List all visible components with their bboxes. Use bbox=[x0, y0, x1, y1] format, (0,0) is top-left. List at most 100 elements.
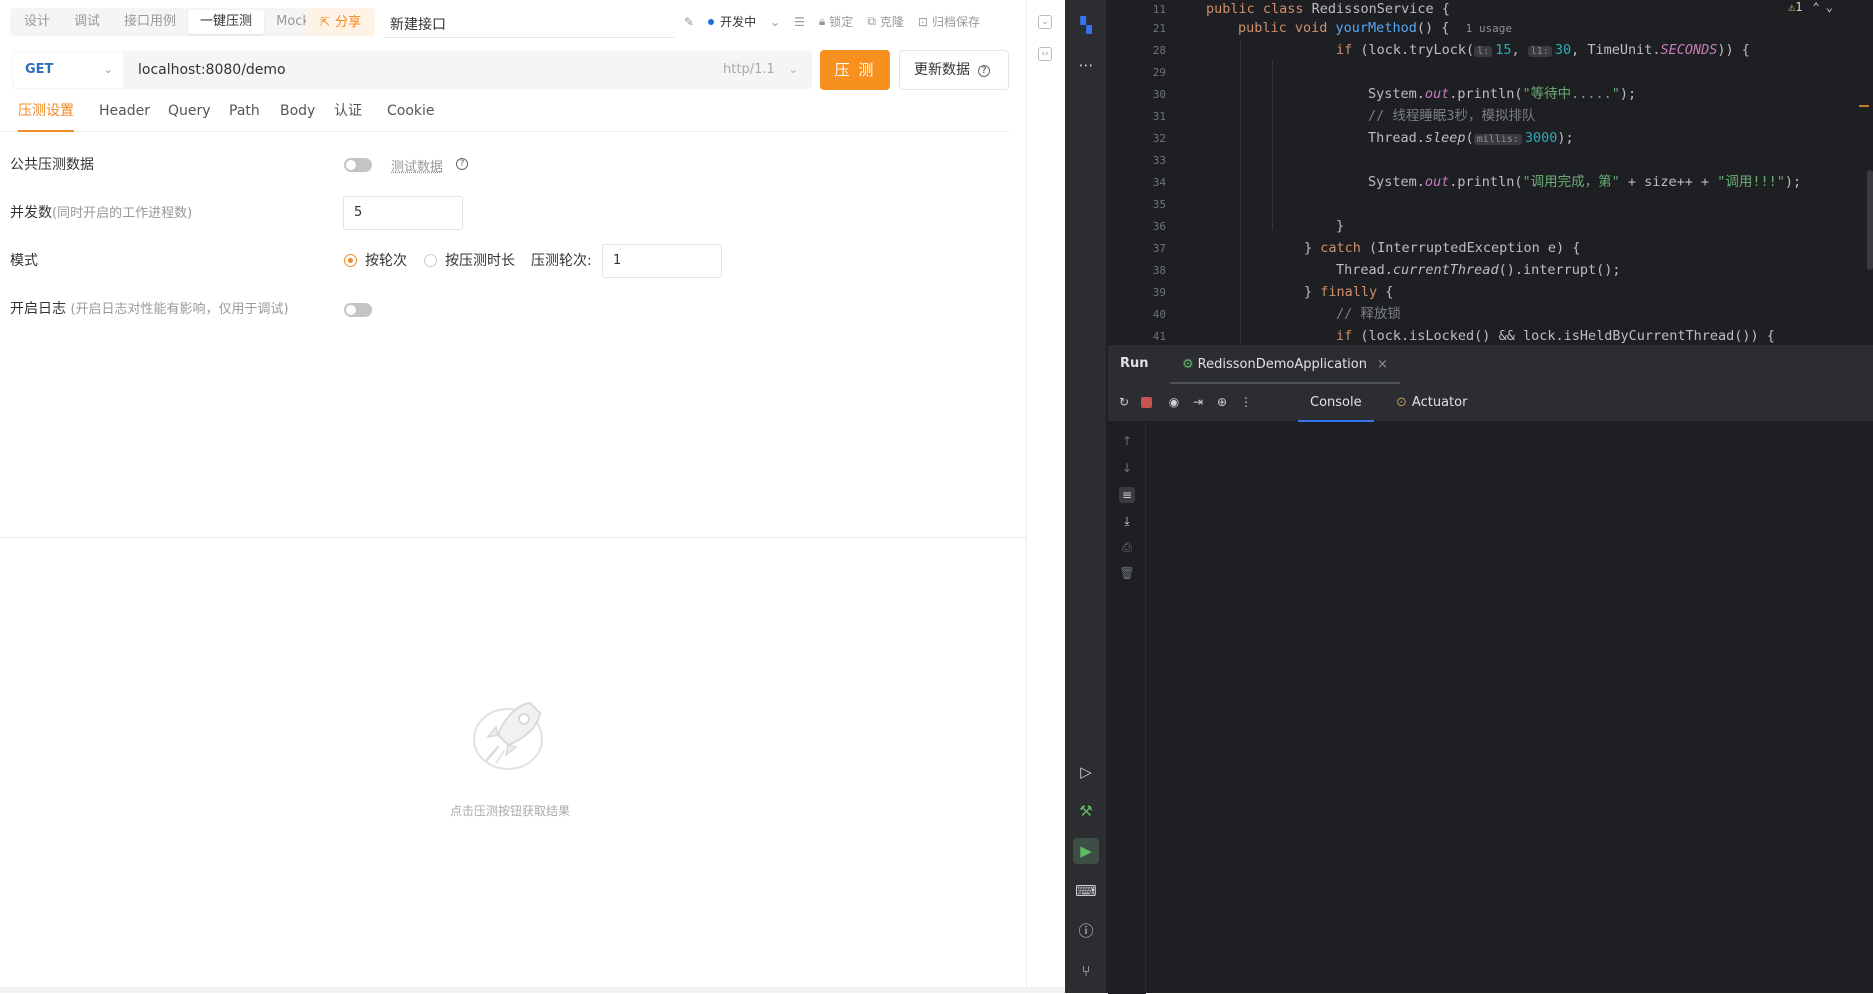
run-icon[interactable]: ▶ bbox=[1073, 838, 1099, 864]
ide-tool-strip: ▚ ⋯ ▷ ⚒ ▶ ⌨ ⓘ ⑂ bbox=[1065, 0, 1107, 993]
request-tabs: 压测设置 Header Query Path Body 认证 Cookie bbox=[0, 98, 1010, 132]
concurrency-row: 并发数(同时开启的工作进程数) 5 bbox=[10, 195, 1010, 231]
chevron-down-icon: ⌄ bbox=[788, 63, 798, 76]
tab-body[interactable]: Body bbox=[280, 98, 315, 132]
rounds-input[interactable]: 1 bbox=[602, 244, 722, 278]
bottom-strip bbox=[0, 987, 1065, 993]
editor-scrollbar[interactable] bbox=[1867, 170, 1873, 270]
exit-icon[interactable]: ⇥ bbox=[1190, 394, 1206, 410]
structure-icon[interactable]: ▚ bbox=[1073, 12, 1099, 38]
code-line-11: public class RedissonService { bbox=[1206, 1, 1450, 17]
lock-button[interactable]: 🔒︎ 锁定 bbox=[819, 13, 853, 30]
debug-attach-icon[interactable]: ⊕ bbox=[1214, 394, 1230, 410]
help-icon: ? bbox=[456, 158, 468, 170]
ide-window: ▚ ⋯ ▷ ⚒ ▶ ⌨ ⓘ ⑂ 11 21 28 29 30 31 32 33 … bbox=[1065, 0, 1873, 994]
share-icon: ⇱ bbox=[320, 15, 331, 29]
camera-icon[interactable]: ◉ bbox=[1166, 394, 1182, 410]
code-line-34: System.out.println("调用完成，第" + size++ + "… bbox=[1368, 174, 1802, 190]
api-name-input[interactable]: 新建接口 bbox=[390, 14, 446, 34]
api-topbar: 设计 调试 接口用例 一键压测 Mock ⇱ 分享 新建接口 ✎ 开发中 ⌄ ☰ 🔒… bbox=[0, 0, 1027, 44]
services-icon[interactable]: ▷ bbox=[1073, 759, 1099, 785]
radio-by-rounds[interactable] bbox=[344, 254, 357, 267]
problems-icon[interactable]: ⓘ bbox=[1073, 918, 1099, 944]
clone-icon: ⧉ bbox=[867, 14, 876, 28]
run-toolbar: ↻ ◉ ⇥ ⊕ ⋮ Console ⊙ Actuator bbox=[1108, 384, 1873, 422]
update-data-button[interactable]: 更新数据? bbox=[899, 50, 1009, 90]
code-line-36: } bbox=[1336, 218, 1345, 234]
env-dot-icon bbox=[708, 18, 715, 25]
title-underline bbox=[384, 37, 674, 38]
tab-load-test[interactable]: 一键压测 bbox=[188, 10, 265, 34]
stop-icon[interactable] bbox=[1141, 397, 1152, 408]
trash-icon[interactable]: 🗑︎ bbox=[1119, 565, 1135, 581]
code-line-38: Thread.currentThread().interrupt(); bbox=[1336, 262, 1621, 278]
share-button[interactable]: ⇱ 分享 bbox=[306, 8, 376, 36]
api-tool-panel: 设计 调试 接口用例 一键压测 Mock ⇱ 分享 新建接口 ✎ 开发中 ⌄ ☰ 🔒… bbox=[0, 0, 1065, 993]
url-bar: GET ⌄ localhost:8080/demo http/1.1 ⌄ bbox=[12, 51, 812, 89]
close-icon[interactable]: × bbox=[1377, 357, 1388, 372]
method-select[interactable]: GET ⌄ bbox=[13, 52, 123, 88]
tab-header[interactable]: Header bbox=[99, 98, 150, 132]
soft-wrap-icon[interactable]: ≡ bbox=[1119, 487, 1135, 503]
collapse-icon[interactable]: ⌄ bbox=[1038, 15, 1052, 29]
more-icon[interactable]: ⋯ bbox=[1073, 52, 1099, 78]
tab-cookie[interactable]: Cookie bbox=[387, 98, 435, 132]
radio-by-duration[interactable] bbox=[424, 254, 437, 267]
log-toggle[interactable] bbox=[344, 303, 372, 317]
tab-design[interactable]: 设计 bbox=[12, 10, 62, 34]
rerun-icon[interactable]: ↻ bbox=[1116, 394, 1132, 410]
code-line-41: if (lock.isLocked() && lock.isHeldByCurr… bbox=[1336, 328, 1775, 344]
tab-test-cases[interactable]: 接口用例 bbox=[112, 10, 188, 34]
log-row: 开启日志 (开启日志对性能有影响，仅用于调试) bbox=[10, 291, 1010, 327]
public-data-label: 公共压测数据 bbox=[10, 157, 94, 173]
git-icon[interactable]: ⑂ bbox=[1073, 958, 1099, 984]
archive-button[interactable]: ⊡ 归档保存 bbox=[918, 13, 980, 30]
public-data-toggle[interactable] bbox=[344, 158, 372, 172]
public-data-row: 公共压测数据 测试数据 ? bbox=[10, 147, 1010, 183]
build-hammer-icon[interactable]: ⚒ bbox=[1073, 798, 1099, 824]
tab-actuator[interactable]: ⊙ Actuator bbox=[1396, 384, 1467, 422]
code-line-28: if (lock.tryLock(l: 15, l1: 30, TimeUnit.S… bbox=[1336, 42, 1750, 58]
tab-load-settings[interactable]: 压测设置 bbox=[18, 98, 74, 132]
scroll-to-end-icon[interactable]: ⤓ bbox=[1119, 513, 1135, 529]
terminal-icon[interactable]: ⌨ bbox=[1073, 878, 1099, 904]
code-line-37: } catch (InterruptedException e) { bbox=[1304, 240, 1581, 256]
arrow-up-icon[interactable]: ↑ bbox=[1119, 433, 1135, 449]
radio-by-rounds-label[interactable]: 按轮次 bbox=[365, 253, 407, 269]
tab-console[interactable]: Console bbox=[1298, 384, 1374, 422]
params-icon[interactable]: ☰ bbox=[794, 15, 805, 29]
tab-path[interactable]: Path bbox=[229, 98, 260, 132]
arrow-down-icon[interactable]: ↓ bbox=[1119, 460, 1135, 476]
tab-debug[interactable]: 调试 bbox=[62, 10, 112, 34]
format-icon[interactable]: ✎ bbox=[684, 15, 694, 29]
line-gutter: 11 21 28 29 30 31 32 33 34 35 36 37 38 3… bbox=[1152, 3, 1166, 343]
warning-badge[interactable]: ⚠1 ⌃ ⌄ bbox=[1788, 0, 1833, 14]
tab-query[interactable]: Query bbox=[168, 98, 211, 132]
console-side-toolbar: ↑ ↓ ≡ ⤓ ⎙ 🗑︎ bbox=[1108, 423, 1146, 994]
run-config-tab[interactable]: ⚙ RedissonDemoApplication × bbox=[1170, 346, 1400, 384]
run-title: Run bbox=[1120, 356, 1149, 371]
env-selector[interactable]: 开发中 ⌄ bbox=[708, 13, 780, 30]
chevron-down-icon: ⌄ bbox=[1825, 0, 1833, 14]
protocol-select[interactable]: http/1.1 ⌄ bbox=[723, 51, 798, 89]
run-panel-header: Run ⚙ RedissonDemoApplication × bbox=[1108, 346, 1873, 384]
more-vertical-icon[interactable]: ⋮ bbox=[1238, 394, 1254, 410]
code-line-32: Thread.sleep(millis: 3000); bbox=[1368, 130, 1574, 146]
chevron-down-icon: ⌄ bbox=[770, 14, 781, 29]
lock-icon: 🔒︎ bbox=[818, 14, 826, 28]
url-input[interactable]: localhost:8080/demo bbox=[138, 51, 286, 89]
results-divider bbox=[0, 537, 1027, 538]
actuator-icon: ⊙ bbox=[1396, 395, 1407, 410]
code-editor[interactable]: 11 21 28 29 30 31 32 33 34 35 36 37 38 3… bbox=[1108, 0, 1873, 345]
load-test-button[interactable]: 压 测 bbox=[820, 50, 890, 90]
test-data-link[interactable]: 测试数据 bbox=[391, 156, 443, 175]
log-label: 开启日志 bbox=[10, 301, 66, 317]
code-icon[interactable]: ‹› bbox=[1038, 47, 1052, 61]
scroll-marker bbox=[1859, 105, 1869, 107]
tab-auth[interactable]: 认证 bbox=[334, 98, 362, 132]
radio-by-duration-label[interactable]: 按压测时长 bbox=[445, 253, 515, 269]
print-icon[interactable]: ⎙ bbox=[1119, 539, 1135, 555]
code-line-39: } finally { bbox=[1304, 284, 1394, 300]
clone-button[interactable]: ⧉ 克隆 bbox=[867, 13, 904, 30]
concurrency-input[interactable]: 5 bbox=[343, 196, 463, 230]
